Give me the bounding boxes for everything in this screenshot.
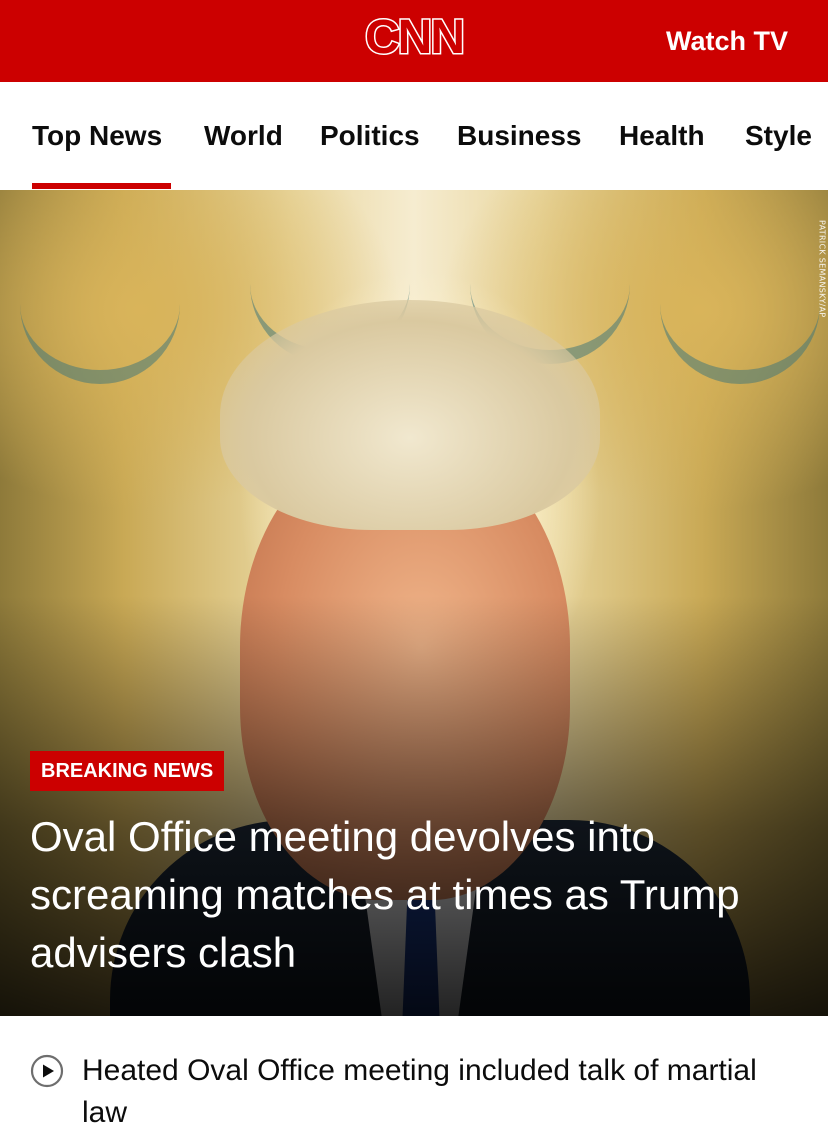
active-tab-indicator [32, 183, 171, 189]
tab-business[interactable]: Business [457, 118, 582, 154]
tab-world[interactable]: World [204, 118, 283, 154]
tab-style[interactable]: Style [745, 118, 812, 154]
hair [220, 300, 600, 530]
section-nav: Top News World Politics Business Health … [0, 82, 828, 191]
hero-story[interactable]: PATRICK SEMANSKY/AP BREAKING NEWS Oval O… [0, 190, 828, 1016]
play-circle-icon[interactable] [30, 1054, 64, 1088]
photo-credit: PATRICK SEMANSKY/AP [817, 220, 826, 318]
drape [660, 230, 820, 384]
tab-health[interactable]: Health [619, 118, 705, 154]
cnn-logo[interactable]: CNN [364, 11, 467, 64]
top-bar: CNN Watch TV [0, 0, 828, 82]
hero-headline[interactable]: Oval Office meeting devolves into scream… [30, 808, 810, 982]
related-story-link[interactable]: Heated Oval Office meeting included talk… [82, 1050, 802, 1134]
tab-politics[interactable]: Politics [320, 118, 420, 154]
logo-text: CNN [364, 11, 467, 64]
drape [20, 230, 180, 384]
tab-top-news[interactable]: Top News [32, 118, 162, 154]
breaking-news-badge: BREAKING NEWS [30, 751, 225, 791]
watch-tv-link[interactable]: Watch TV [666, 24, 788, 58]
